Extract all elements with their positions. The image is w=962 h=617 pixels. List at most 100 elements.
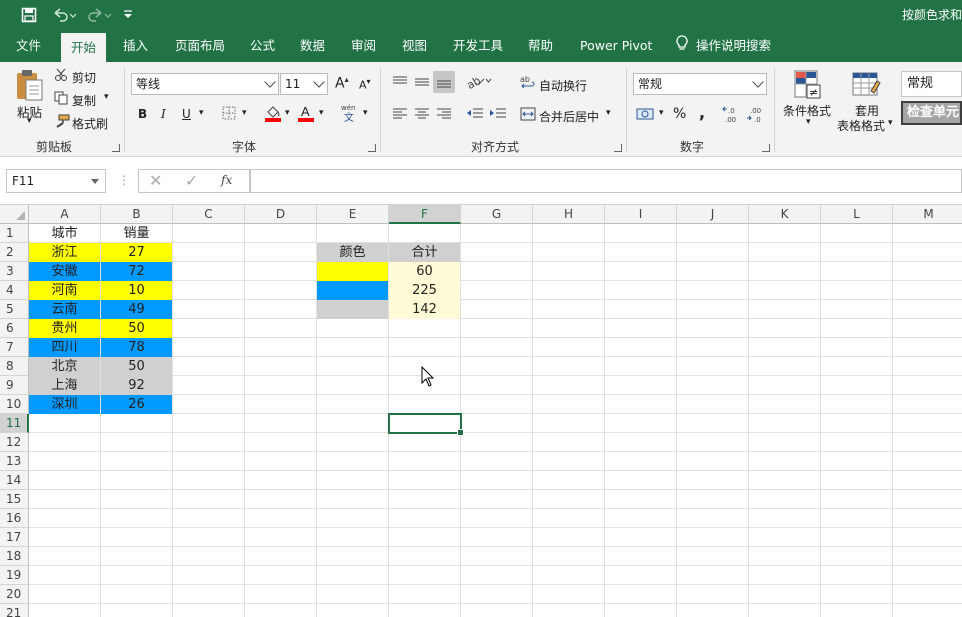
fill-color-dropdown-icon[interactable]: ▾ bbox=[285, 108, 290, 118]
tab-insert[interactable]: 插入 bbox=[123, 30, 148, 62]
sales-cell[interactable]: 92 bbox=[101, 376, 172, 395]
align-center-icon[interactable] bbox=[414, 108, 430, 123]
column-header-l[interactable]: L bbox=[821, 205, 893, 224]
redo-icon[interactable] bbox=[85, 5, 115, 25]
merge-dropdown-icon[interactable]: ▾ bbox=[606, 108, 611, 118]
grow-font-button[interactable]: A▴ bbox=[335, 75, 349, 92]
row-header-19[interactable]: 19 bbox=[0, 566, 29, 585]
tab-data[interactable]: 数据 bbox=[300, 30, 325, 62]
city-cell[interactable]: 云南 bbox=[29, 300, 100, 319]
sales-cell[interactable]: 50 bbox=[101, 319, 172, 338]
summary-color-swatch[interactable] bbox=[317, 281, 388, 300]
align-bottom-icon[interactable] bbox=[433, 71, 455, 96]
tell-me-search[interactable]: 操作说明搜索 bbox=[676, 30, 771, 62]
tab-help[interactable]: 帮助 bbox=[528, 30, 553, 62]
undo-icon[interactable] bbox=[50, 5, 80, 25]
summary-header-color[interactable]: 颜色 bbox=[317, 243, 388, 262]
tab-view[interactable]: 视图 bbox=[402, 30, 427, 62]
decrease-decimal-icon[interactable]: .00.0 bbox=[746, 105, 766, 126]
formula-bar-grip-icon[interactable]: ⋮ bbox=[118, 173, 130, 187]
sales-cell[interactable]: 49 bbox=[101, 300, 172, 319]
number-launcher-icon[interactable] bbox=[762, 144, 770, 152]
underline-button[interactable]: U bbox=[182, 107, 191, 121]
column-header-g[interactable]: G bbox=[461, 205, 533, 224]
summary-color-swatch[interactable] bbox=[317, 262, 388, 281]
row-header-11[interactable]: 11 bbox=[0, 414, 29, 433]
column-header-j[interactable]: J bbox=[677, 205, 749, 224]
city-cell[interactable]: 安徽 bbox=[29, 262, 100, 281]
sales-cell[interactable]: 10 bbox=[101, 281, 172, 300]
column-header-e[interactable]: E bbox=[317, 205, 389, 224]
row-header-5[interactable]: 5 bbox=[0, 300, 29, 319]
tab-formulas[interactable]: 公式 bbox=[250, 30, 275, 62]
column-header-i[interactable]: I bbox=[605, 205, 677, 224]
customize-toolbar-icon[interactable] bbox=[120, 5, 136, 25]
alignment-launcher-icon[interactable] bbox=[614, 144, 622, 152]
city-cell[interactable]: 四川 bbox=[29, 338, 100, 357]
shrink-font-button[interactable]: A▾ bbox=[359, 77, 371, 92]
insert-function-button[interactable]: fx bbox=[221, 173, 232, 187]
formula-input[interactable] bbox=[250, 169, 962, 193]
sales-cell[interactable]: 72 bbox=[101, 262, 172, 281]
sales-cell[interactable]: 78 bbox=[101, 338, 172, 357]
city-cell[interactable]: 深圳 bbox=[29, 395, 100, 414]
summary-total-cell[interactable]: 60 bbox=[389, 262, 460, 281]
accounting-format-icon[interactable] bbox=[636, 106, 656, 125]
percent-button[interactable]: % bbox=[673, 106, 686, 122]
paste-icon[interactable] bbox=[14, 68, 46, 105]
tab-file[interactable]: 文件 bbox=[16, 30, 41, 62]
row-header-21[interactable]: 21 bbox=[0, 604, 29, 617]
copy-dropdown-icon[interactable]: ▾ bbox=[104, 92, 109, 102]
phonetic-dropdown-icon[interactable]: ▾ bbox=[363, 108, 368, 118]
cancel-icon[interactable]: ✕ bbox=[149, 171, 162, 190]
format-as-table-dropdown-icon[interactable]: ▾ bbox=[888, 118, 893, 128]
tab-home[interactable]: 开始 bbox=[61, 33, 107, 62]
font-color-icon[interactable]: A bbox=[297, 104, 315, 125]
row-header-6[interactable]: 6 bbox=[0, 319, 29, 338]
city-cell[interactable]: 贵州 bbox=[29, 319, 100, 338]
cell-style-check[interactable]: 检查单元 bbox=[901, 101, 962, 125]
summary-header-total[interactable]: 合计 bbox=[389, 243, 460, 262]
column-header-h[interactable]: H bbox=[533, 205, 605, 224]
summary-color-swatch[interactable] bbox=[317, 300, 388, 319]
summary-total-cell[interactable]: 225 bbox=[389, 281, 460, 300]
decrease-indent-icon[interactable] bbox=[466, 107, 484, 124]
format-painter-button[interactable]: 格式刷 bbox=[72, 115, 108, 132]
tab-power-pivot[interactable]: Power Pivot bbox=[580, 30, 652, 62]
align-right-icon[interactable] bbox=[436, 108, 452, 123]
conditional-formatting-dropdown-icon[interactable]: ▾ bbox=[806, 117, 811, 127]
row-header-15[interactable]: 15 bbox=[0, 490, 29, 509]
column-header-d[interactable]: D bbox=[245, 205, 317, 224]
italic-button[interactable]: I bbox=[161, 107, 166, 121]
row-header-3[interactable]: 3 bbox=[0, 262, 29, 281]
increase-decimal-icon[interactable]: .0.00 bbox=[722, 105, 742, 126]
row-header-14[interactable]: 14 bbox=[0, 471, 29, 490]
clipboard-launcher-icon[interactable] bbox=[112, 144, 120, 152]
row-header-20[interactable]: 20 bbox=[0, 585, 29, 604]
tab-page-layout[interactable]: 页面布局 bbox=[175, 30, 225, 62]
summary-total-cell[interactable]: 142 bbox=[389, 300, 460, 319]
city-cell[interactable]: 上海 bbox=[29, 376, 100, 395]
align-left-icon[interactable] bbox=[392, 108, 408, 123]
row-header-9[interactable]: 9 bbox=[0, 376, 29, 395]
select-all-button[interactable] bbox=[0, 205, 29, 224]
column-header-k[interactable]: K bbox=[749, 205, 821, 224]
row-header-13[interactable]: 13 bbox=[0, 452, 29, 471]
sales-cell[interactable]: 26 bbox=[101, 395, 172, 414]
format-as-table-button[interactable]: 表格格式 bbox=[837, 117, 885, 134]
cut-button[interactable]: 剪切 bbox=[72, 69, 96, 86]
city-cell[interactable]: 河南 bbox=[29, 281, 100, 300]
row-header-17[interactable]: 17 bbox=[0, 528, 29, 547]
number-format-select[interactable]: 常规 bbox=[633, 73, 767, 95]
orientation-icon[interactable]: ab bbox=[465, 73, 492, 92]
font-size-select[interactable]: 11 bbox=[280, 73, 328, 95]
column-header-b[interactable]: B bbox=[101, 205, 173, 224]
row-header-8[interactable]: 8 bbox=[0, 357, 29, 376]
tab-developer[interactable]: 开发工具 bbox=[453, 30, 503, 62]
accounting-dropdown-icon[interactable]: ▾ bbox=[659, 108, 664, 118]
city-cell[interactable]: 北京 bbox=[29, 357, 100, 376]
font-name-select[interactable]: 等线 bbox=[131, 73, 279, 95]
wrap-text-button[interactable]: 自动换行 bbox=[539, 77, 587, 94]
cell-a1[interactable]: 城市 bbox=[29, 224, 100, 243]
copy-button[interactable]: 复制 bbox=[72, 92, 96, 109]
